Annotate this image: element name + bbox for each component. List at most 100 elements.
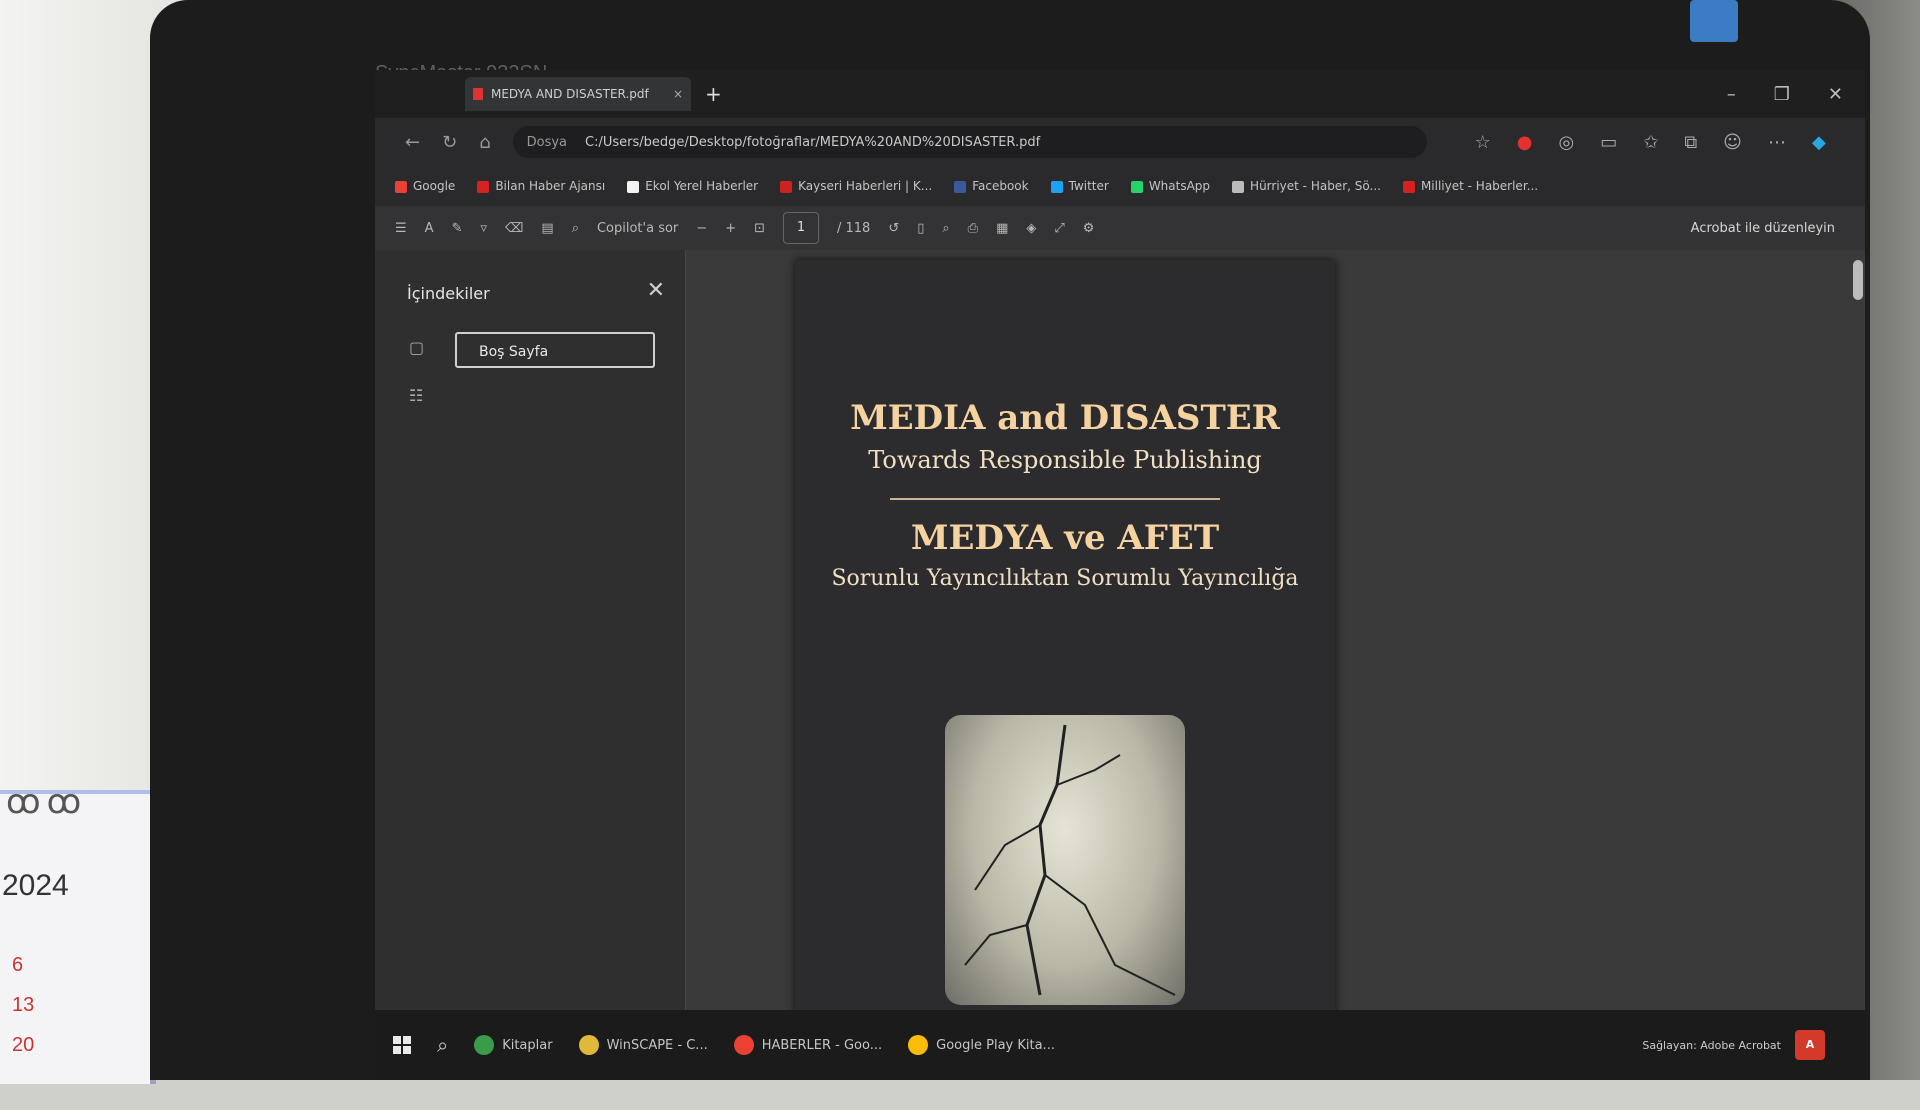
toc-panel: İçindekiler ✕ ▢ ☷ Boş Sayfa <box>375 250 686 1010</box>
document-subtitle-en: Towards Responsible Publishing <box>868 446 1262 474</box>
toc-title: İçindekiler <box>407 284 490 303</box>
rotate-icon[interactable]: ↺ <box>888 221 899 236</box>
search-icon[interactable]: ⌕ <box>437 1033 448 1057</box>
address-bar-row: ← ↻ ⌂ Dosya C:/Users/bedge/Desktop/fotoğ… <box>375 118 1865 166</box>
bookmark-icon[interactable]: ▢ <box>409 338 424 357</box>
bookmark-item[interactable]: Kayseri Haberleri | K... <box>780 179 932 193</box>
save-icon[interactable]: ▦ <box>996 221 1008 236</box>
fit-page-icon[interactable]: ⊡ <box>754 221 765 236</box>
system-tray: Sağlayan: Adobe Acrobat A <box>1642 1030 1825 1060</box>
copilot-icon[interactable]: ◆ <box>1812 132 1826 153</box>
bookmark-label: Bilan Haber Ajansı <box>495 179 606 193</box>
bookmark-item[interactable]: Milliyet - Haberler... <box>1402 179 1539 193</box>
bookmark-label: Ekol Yerel Haberler <box>645 179 759 193</box>
bookmark-item[interactable]: Twitter <box>1050 179 1109 193</box>
bookmark-item[interactable]: WhatsApp <box>1130 179 1210 193</box>
zoom-in-icon[interactable]: + <box>725 221 736 236</box>
calendar-rings: ꝏꝏ <box>6 782 88 822</box>
title-divider <box>890 498 1220 500</box>
print-icon[interactable]: ⎙ <box>968 221 978 236</box>
bookmark-item[interactable]: Bilan Haber Ajansı <box>477 179 605 193</box>
fullscreen-icon[interactable]: ⤢ <box>1054 221 1064 236</box>
pdf-icon <box>473 88 483 100</box>
new-tab-button[interactable]: + <box>705 82 722 106</box>
close-icon[interactable]: ✕ <box>1828 84 1843 105</box>
tab-title: MEDYA AND DISASTER.pdf <box>491 87 649 101</box>
bookmark-favicon-icon <box>627 180 640 193</box>
find-icon[interactable]: ⌕ <box>942 221 949 236</box>
bookmark-favicon-icon <box>477 180 490 193</box>
edit-with-acrobat-button[interactable]: Acrobat ile düzenleyin <box>1691 221 1835 236</box>
record-icon[interactable]: ● <box>1517 132 1533 153</box>
bookmark-favicon-icon <box>1402 180 1415 193</box>
taskbar-item[interactable]: WinSCAPE - C... <box>578 1035 708 1055</box>
erase-icon[interactable]: ⌫ <box>505 221 523 236</box>
taskbar-item-label: Google Play Kita... <box>936 1037 1055 1053</box>
settings-icon[interactable]: ⚙ <box>1083 221 1095 236</box>
taskbar-item-label: WinSCAPE - C... <box>606 1037 708 1053</box>
bookmark-item[interactable]: Ekol Yerel Haberler <box>627 179 758 193</box>
toc-item[interactable]: Boş Sayfa <box>455 332 655 368</box>
profile-icon[interactable]: ☺ <box>1723 132 1742 153</box>
monitor: SyncMaster 933SN MEDYA AND DISASTER.pdf … <box>150 0 1870 1080</box>
cracked-screen-image <box>945 715 1185 1005</box>
list-icon[interactable]: ☷ <box>409 386 423 405</box>
bookmark-favicon-icon <box>954 180 967 193</box>
app-icon <box>578 1035 599 1055</box>
draw-icon[interactable]: ✎ <box>452 221 463 236</box>
bookmark-favicon-icon <box>1050 180 1063 193</box>
back-icon[interactable]: ← <box>405 132 420 153</box>
screen: MEDYA AND DISASTER.pdf × + – ❐ ✕ ← ↻ ⌂ D… <box>375 70 1865 1080</box>
text-icon[interactable]: ▤ <box>541 221 553 236</box>
bookmark-label: Facebook <box>972 179 1029 193</box>
zoom-out-icon[interactable]: − <box>696 221 707 236</box>
address-bar[interactable]: Dosya C:/Users/bedge/Desktop/fotoğraflar… <box>512 126 1427 158</box>
bookmark-label: Hürriyet - Haber, Sö... <box>1250 179 1381 193</box>
highlight-icon[interactable]: ▿ <box>480 221 487 236</box>
taskbar-item-label: Kitaplar <box>502 1037 553 1053</box>
more-icon[interactable]: ⋯ <box>1768 132 1786 153</box>
restore-icon[interactable]: ❐ <box>1774 84 1790 105</box>
address-scheme: Dosya <box>526 134 568 150</box>
copilot-button[interactable]: Copilot'a sor <box>597 221 678 236</box>
acrobat-icon[interactable]: A <box>1795 1030 1825 1060</box>
windows-start-icon[interactable] <box>393 1036 411 1054</box>
toc-icon[interactable]: ☰ <box>395 221 407 236</box>
taskbar-item[interactable]: HABERLER - Goo... <box>733 1035 882 1055</box>
calendar-day: 6 <box>12 954 24 976</box>
minimize-icon[interactable]: – <box>1727 84 1736 105</box>
home-icon[interactable]: ⌂ <box>479 132 490 153</box>
address-url: C:/Users/bedge/Desktop/fotoğraflar/MEDYA… <box>585 134 1041 150</box>
calendar-day: 20 <box>12 1034 35 1056</box>
favorite-star-icon[interactable]: ☆ <box>1475 132 1491 153</box>
pdf-toolbar: ☰ A ✎ ▿ ⌫ ▤ ⌕ Copilot'a sor − + ⊡ 1 / 11… <box>375 206 1865 250</box>
scrollbar[interactable] <box>1853 260 1863 300</box>
favorites-icon[interactable]: ✩ <box>1643 132 1658 153</box>
taskbar-item[interactable]: Google Play Kita... <box>908 1035 1055 1055</box>
collections-icon[interactable]: ⧉ <box>1684 132 1697 153</box>
window-controls: – ❐ ✕ <box>1727 84 1843 105</box>
page-number-input[interactable]: 1 <box>783 212 819 244</box>
read-aloud-icon[interactable]: A <box>425 221 434 236</box>
tab-close-icon[interactable]: × <box>673 87 683 101</box>
bookmark-item[interactable]: Google <box>395 179 455 193</box>
pdf-viewer: İçindekiler ✕ ▢ ☷ Boş Sayfa MEDIA and DI… <box>375 250 1865 1020</box>
app-icon <box>908 1035 929 1055</box>
bookmark-label: Milliyet - Haberler... <box>1420 179 1539 193</box>
bookmark-item[interactable]: Facebook <box>954 179 1029 193</box>
taskbar: ⌕ Kitaplar WinSCAPE - C... HABERLER - Goo.… <box>375 1010 1865 1080</box>
bookmark-label: Google <box>413 179 456 193</box>
app-icon <box>733 1035 754 1055</box>
extension-icon[interactable]: ◎ <box>1558 132 1574 153</box>
split-screen-icon[interactable]: ▭ <box>1600 132 1617 153</box>
taskbar-item[interactable]: Kitaplar <box>474 1035 553 1055</box>
save-as-icon[interactable]: ◈ <box>1026 221 1036 236</box>
toc-close-icon[interactable]: ✕ <box>647 278 665 303</box>
app-icon <box>474 1035 495 1055</box>
page-view-icon[interactable]: ▯ <box>917 221 924 236</box>
search-text-icon[interactable]: ⌕ <box>572 221 579 236</box>
refresh-icon[interactable]: ↻ <box>442 132 457 153</box>
bookmark-item[interactable]: Hürriyet - Haber, Sö... <box>1232 179 1381 193</box>
browser-titlebar: MEDYA AND DISASTER.pdf × + – ❐ ✕ <box>375 70 1865 118</box>
browser-tab[interactable]: MEDYA AND DISASTER.pdf × <box>465 77 691 111</box>
